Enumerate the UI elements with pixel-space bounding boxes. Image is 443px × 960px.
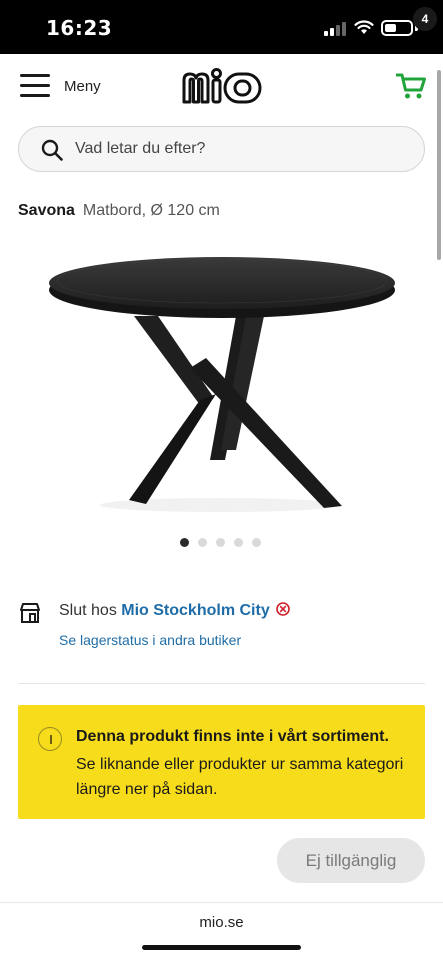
address-bar-domain[interactable]: mio.se xyxy=(0,914,443,931)
battery-icon xyxy=(381,20,413,36)
scrollbar[interactable] xyxy=(437,70,441,260)
cart-count-badge[interactable]: 4 xyxy=(413,7,437,31)
alert-body: Se liknande eller produkter ur samma kat… xyxy=(76,756,404,798)
product-name: Savona xyxy=(18,202,75,219)
out-of-stock-icon xyxy=(275,602,290,616)
carousel-dot[interactable] xyxy=(180,538,189,547)
product-description: Matbord, Ø 120 cm xyxy=(82,202,220,219)
signal-icon xyxy=(324,20,346,36)
store-status: Slut hos Mio Stockholm City xyxy=(59,602,290,620)
menu-label: Meny xyxy=(64,78,101,95)
carousel-dot[interactable] xyxy=(198,538,207,547)
carousel-dot[interactable] xyxy=(216,538,225,547)
product-title: Savona Matbord, Ø 120 cm xyxy=(18,202,220,220)
site-header: Meny xyxy=(0,54,443,118)
hamburger-icon xyxy=(20,74,52,98)
search-placeholder: Vad letar du efter? xyxy=(75,140,206,157)
alert-title: Denna produkt finns inte i vårt sortimen… xyxy=(76,728,389,745)
store-name-link[interactable]: Mio Stockholm City xyxy=(121,602,269,619)
status-bar: 16:23 xyxy=(0,0,443,54)
wifi-icon xyxy=(354,20,374,34)
unavailable-button: Ej tillgänglig xyxy=(277,838,425,883)
search-icon xyxy=(41,139,63,161)
footer-divider xyxy=(0,902,443,903)
status-time: 16:23 xyxy=(46,16,113,40)
divider xyxy=(18,683,425,684)
home-indicator[interactable] xyxy=(142,945,301,950)
mio-logo[interactable] xyxy=(180,66,264,106)
product-image[interactable] xyxy=(40,250,410,518)
cart-icon[interactable] xyxy=(396,72,428,100)
carousel-dot[interactable] xyxy=(252,538,261,547)
store-icon xyxy=(20,603,40,623)
product-discontinued-alert: Denna produkt finns inte i vårt sortimen… xyxy=(18,705,425,819)
info-icon xyxy=(38,727,62,751)
store-status-prefix: Slut hos xyxy=(59,602,117,619)
carousel-dot[interactable] xyxy=(234,538,243,547)
image-carousel-dots xyxy=(180,534,270,547)
stock-status-link[interactable]: Se lagerstatus i andra butiker xyxy=(59,632,241,648)
search-input[interactable]: Vad letar du efter? xyxy=(18,126,425,172)
menu-button[interactable]: Meny xyxy=(20,72,110,102)
